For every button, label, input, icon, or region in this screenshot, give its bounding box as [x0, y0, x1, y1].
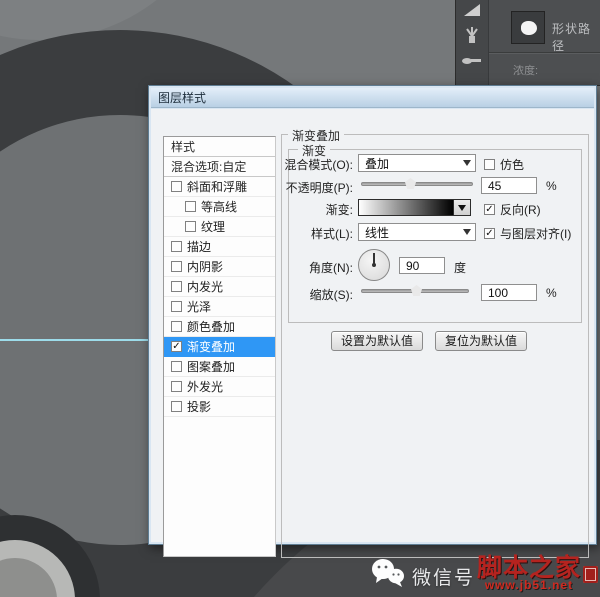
reverse-checkbox[interactable]: ✓	[484, 204, 495, 215]
reset-default-button[interactable]: 复位为默认值	[435, 331, 527, 351]
styles-header[interactable]: 样式	[164, 137, 275, 157]
chevron-down-icon	[463, 229, 471, 235]
angle-input[interactable]: 90	[399, 257, 445, 274]
style-checkbox[interactable]	[171, 241, 182, 252]
angle-unit: 度	[454, 259, 466, 276]
site-url: www.jb51.net	[477, 578, 581, 592]
blend-mode-label: 混合模式(O):	[203, 156, 353, 173]
eyedropper-icon[interactable]	[461, 54, 483, 66]
style-label: 样式(L):	[203, 225, 353, 242]
chevron-down-icon	[463, 160, 471, 166]
style-list-item[interactable]: 图案叠加	[164, 357, 275, 377]
layer-style-dialog: 图层样式 样式 混合选项:自定 斜面和浮雕 等高线	[148, 85, 597, 545]
photoshop-options-panel: 形状路径 浓度:	[455, 0, 600, 86]
style-checkbox[interactable]	[185, 221, 196, 232]
style-label: 投影	[187, 398, 211, 415]
cyan-guide-line	[0, 339, 149, 341]
style-label: 外发光	[187, 378, 223, 395]
set-default-button[interactable]: 设置为默认值	[331, 331, 423, 351]
dialog-body: 样式 混合选项:自定 斜面和浮雕 等高线 纹理	[151, 109, 594, 542]
dither-checkbox-row[interactable]: 仿色	[484, 156, 524, 173]
style-checkbox[interactable]	[171, 181, 182, 192]
angle-center-dot	[372, 263, 376, 267]
density-label: 浓度:	[513, 62, 538, 78]
scale-input[interactable]: 100	[481, 284, 537, 301]
style-checkbox[interactable]	[171, 261, 182, 272]
scale-unit: %	[546, 286, 557, 300]
watermark-site: 脚本之家 www.jb51.net	[477, 556, 581, 592]
style-label: 颜色叠加	[187, 318, 235, 335]
style-checkbox[interactable]	[171, 301, 182, 312]
style-checkbox[interactable]	[171, 321, 182, 332]
style-checkbox[interactable]	[185, 201, 196, 212]
shape-blob	[521, 21, 537, 35]
style-label: 渐变叠加	[187, 338, 235, 355]
angle-dial[interactable]	[358, 249, 390, 281]
opacity-label: 不透明度(P):	[203, 179, 353, 196]
dither-checkbox[interactable]	[484, 159, 495, 170]
dialog-title: 图层样式	[158, 89, 206, 106]
blend-mode-select[interactable]: 叠加	[358, 154, 476, 172]
align-checkbox-row[interactable]: ✓ 与图层对齐(I)	[484, 225, 571, 242]
chevron-down-icon	[458, 205, 466, 211]
site-name: 脚本之家	[477, 556, 581, 580]
style-list-item[interactable]: 投影	[164, 397, 275, 417]
shape-thumbnail[interactable]	[511, 11, 545, 44]
style-label: 图案叠加	[187, 358, 235, 375]
style-checkbox[interactable]	[171, 281, 182, 292]
red-seal-icon	[583, 566, 598, 583]
opacity-unit: %	[546, 179, 557, 193]
align-checkbox[interactable]: ✓	[484, 228, 495, 239]
gradient-picker[interactable]	[358, 199, 471, 216]
style-list-item[interactable]: 颜色叠加	[164, 317, 275, 337]
styles-list-panel: 样式 混合选项:自定 斜面和浮雕 等高线 纹理	[163, 136, 276, 557]
wechat-label: 微信号	[412, 563, 475, 590]
panel-divider	[489, 52, 600, 53]
style-checkbox[interactable]	[171, 401, 182, 412]
style-select[interactable]: 线性	[358, 223, 476, 241]
shape-path-label: 形状路径	[552, 20, 600, 54]
style-checkbox[interactable]: ✓	[171, 341, 182, 352]
style-list-item[interactable]: 外发光	[164, 377, 275, 397]
opacity-slider[interactable]	[361, 177, 473, 189]
gradient-dropdown-button[interactable]	[454, 200, 470, 215]
opacity-slider-thumb[interactable]	[405, 178, 416, 189]
tool-strip	[456, 0, 489, 86]
wechat-icon	[370, 556, 406, 593]
angle-label: 角度(N):	[203, 259, 353, 276]
scale-slider[interactable]	[361, 284, 469, 296]
gradient-swatch[interactable]	[359, 200, 454, 215]
style-checkbox[interactable]	[171, 361, 182, 372]
watermark: 微信号 脚本之家 www.jb51.net	[370, 556, 598, 593]
opacity-input[interactable]: 45	[481, 177, 537, 194]
reverse-checkbox-row[interactable]: ✓ 反向(R)	[484, 201, 541, 218]
dialog-titlebar[interactable]: 图层样式	[151, 88, 594, 108]
opacity-slider-track[interactable]	[361, 182, 473, 186]
scale-slider-thumb[interactable]	[411, 285, 422, 296]
screenshot-root: 形状路径 浓度: 图层样式 样式 混合选项:自定 斜面和浮雕	[0, 0, 600, 597]
panel-collapse-icon[interactable]	[462, 2, 482, 18]
gradient-label: 渐变:	[203, 201, 353, 218]
history-brush-icon[interactable]	[463, 26, 481, 46]
scale-label: 缩放(S):	[203, 286, 353, 303]
style-checkbox[interactable]	[171, 381, 182, 392]
style-list-item[interactable]: ✓ 渐变叠加	[164, 337, 275, 357]
